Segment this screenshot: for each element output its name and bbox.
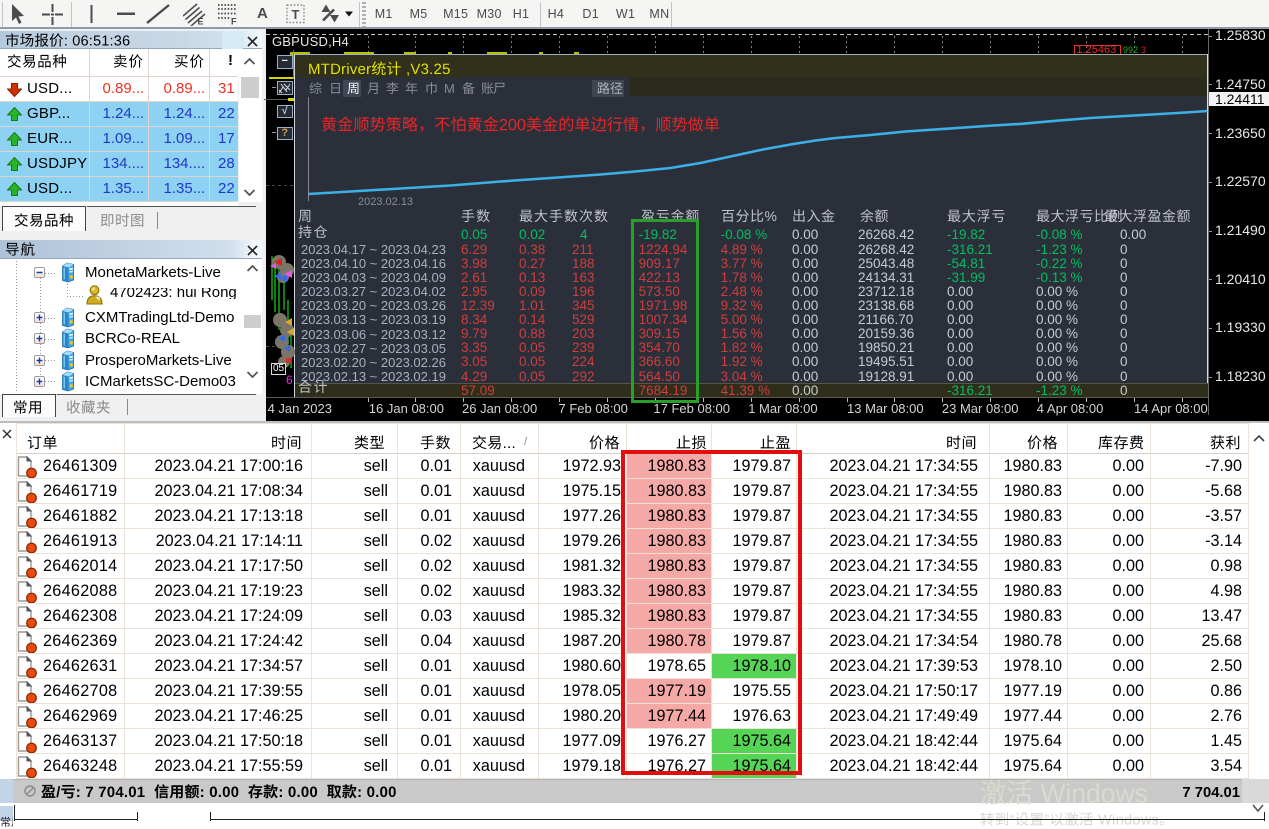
svg-text:E: E: [198, 17, 204, 27]
svg-text:T: T: [292, 7, 300, 22]
svg-text:F: F: [231, 17, 237, 27]
